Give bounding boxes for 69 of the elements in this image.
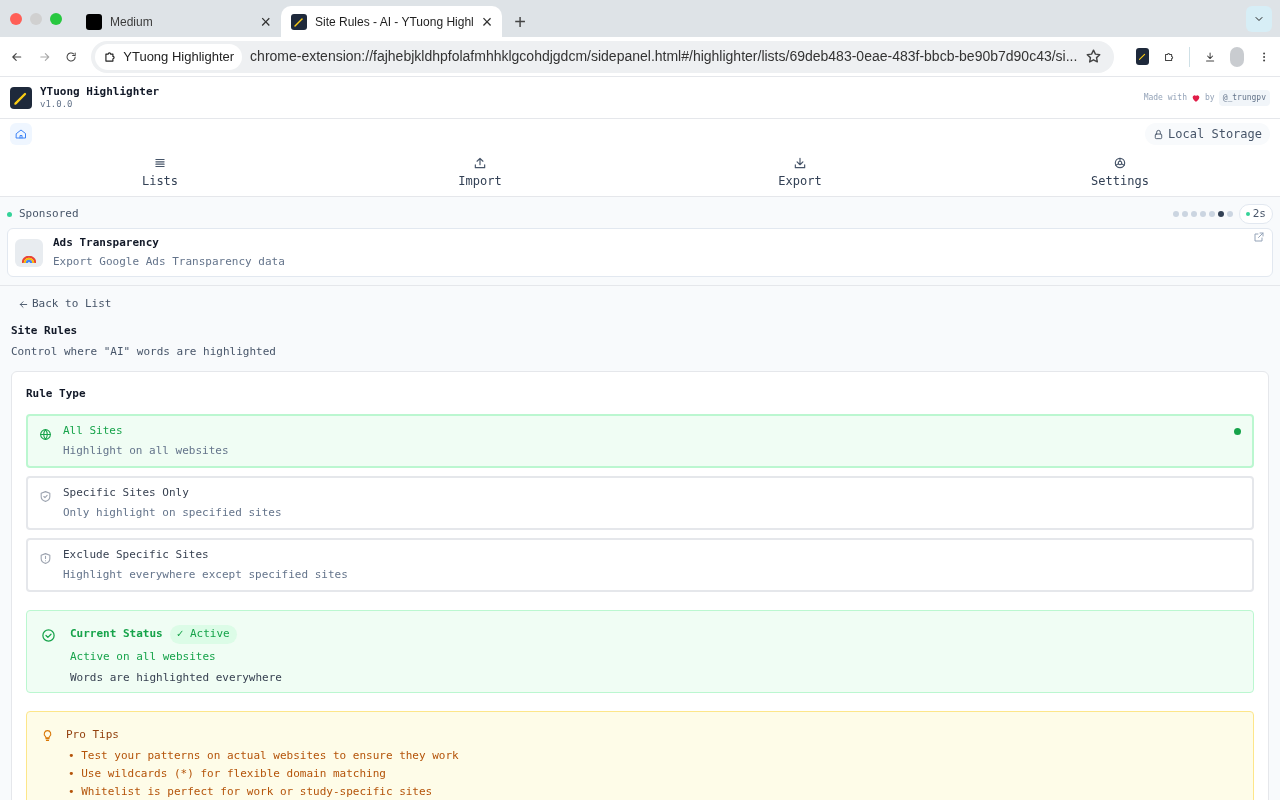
nav-tab[interactable]: Import: [320, 149, 640, 196]
browser-tab[interactable]: Site Rules - AI - YTuong Highl ×: [281, 6, 503, 37]
rule-option[interactable]: Exclude Specific Sites Highlight everywhere except specified sites: [26, 538, 1254, 592]
nav-tab[interactable]: Lists: [0, 149, 320, 196]
credit-text: by: [1205, 91, 1215, 104]
external-link-icon[interactable]: [1253, 231, 1265, 243]
home-icon[interactable]: [10, 123, 32, 145]
heart-icon: [1191, 92, 1201, 103]
site-chip[interactable]: YTuong Highlighter: [95, 43, 243, 70]
shield-check-icon: [39, 490, 52, 503]
rainbow-icon: [15, 238, 43, 267]
section-heading: Rule Type: [26, 385, 87, 402]
favicon-icon: [86, 13, 102, 30]
lock-icon: [1153, 128, 1165, 140]
close-button[interactable]: ×: [481, 12, 493, 31]
nav-tab[interactable]: Settings: [960, 149, 1280, 196]
shield-alert-icon: [39, 552, 52, 565]
credit-text: Made with: [1143, 91, 1187, 104]
status-text: Active on all websites: [70, 648, 217, 665]
address-bar[interactable]: YTuong Highlighter chrome-extension://fajhebjkldhpfolafmhhklgcohdjgdcm/sidepanel.html#/highlighter/lists/69deb483-0eae-483f-bbcb-be90b7d90c43/si...: [91, 40, 1115, 73]
card-description: Export Google Ads Transparency data: [53, 254, 286, 270]
site-chip-label: YTuong Highlighter: [123, 47, 235, 66]
globe-icon: [39, 428, 52, 441]
version-text: v1.0.0: [40, 98, 74, 110]
upload-icon: [473, 155, 487, 170]
new-tab-button[interactable]: +: [514, 6, 526, 37]
option-description: Highlight on all websites: [63, 442, 230, 459]
storage-badge: Local Storage: [1145, 123, 1270, 145]
back-link[interactable]: Back to List: [18, 296, 112, 313]
option-title: Exclude Specific Sites: [63, 547, 210, 563]
timer-badge: 2s: [1238, 204, 1273, 224]
nav-tab[interactable]: Export: [640, 149, 960, 196]
puzzle-icon: [103, 49, 118, 64]
check-circle-icon: [41, 628, 56, 643]
highlighter-icon[interactable]: [1136, 48, 1150, 65]
tip-text: • Use wildcards (*) for flexible domain matching: [67, 766, 387, 782]
close-button[interactable]: ×: [260, 12, 271, 31]
highlighter-logo-icon: [10, 86, 32, 109]
window-control-icon[interactable]: [50, 12, 62, 25]
highlighter-icon: [291, 13, 307, 30]
tip-text: • Whitelist is perfect for work or study-specific sites: [67, 784, 434, 800]
sponsored-label: Sponsored: [19, 205, 79, 222]
option-title: All Sites: [63, 423, 124, 439]
page-title: Site Rules: [11, 322, 79, 339]
active-badge: ✓ Active: [169, 625, 237, 644]
download-icon: [793, 155, 807, 170]
rule-option[interactable]: All Sites Highlight on all websites: [26, 414, 1254, 468]
tab-title: Medium: [110, 13, 154, 31]
back-arrow-icon: [18, 298, 29, 310]
page-subtitle: Control where "AI" words are highlighted: [11, 344, 277, 360]
option-description: Only highlight on specified sites: [63, 504, 283, 521]
author-link[interactable]: @_trungpv: [1218, 89, 1270, 106]
tips-title: Pro Tips: [66, 727, 120, 743]
app-name: YTuong Highlighter: [40, 85, 160, 99]
status-text: Words are highlighted everywhere: [70, 670, 282, 686]
option-title: Specific Sites Only: [63, 485, 190, 501]
star-icon[interactable]: [1085, 48, 1103, 65]
url-text: chrome-extension://fajhebjkldhpfolafmhhklgcohdjgdcm/sidepanel.html#/highlighter/lists/69deb483-0eae-483f-bbcb-be90b7d90c43/si...: [250, 47, 1078, 66]
sponsored-card[interactable]: Ads Transparency Export Google Ads Transparency data: [7, 228, 1273, 277]
option-description: Highlight everywhere except specified sites: [63, 566, 349, 583]
tip-text: • Test your patterns on actual websites to ensure they work: [67, 748, 459, 764]
rule-option[interactable]: Specific Sites Only Only highlight on specified sites: [26, 476, 1254, 530]
tab-title: Site Rules - AI - YTuong Highl: [315, 13, 474, 31]
avatar-icon[interactable]: [1230, 46, 1244, 67]
window-control-icon[interactable]: [10, 12, 22, 25]
lightbulb-icon: [41, 728, 54, 743]
browser-tab[interactable]: Medium ×: [76, 6, 281, 37]
card-title: Ads Transparency: [53, 234, 160, 251]
status-title: Current Status: [70, 626, 163, 642]
